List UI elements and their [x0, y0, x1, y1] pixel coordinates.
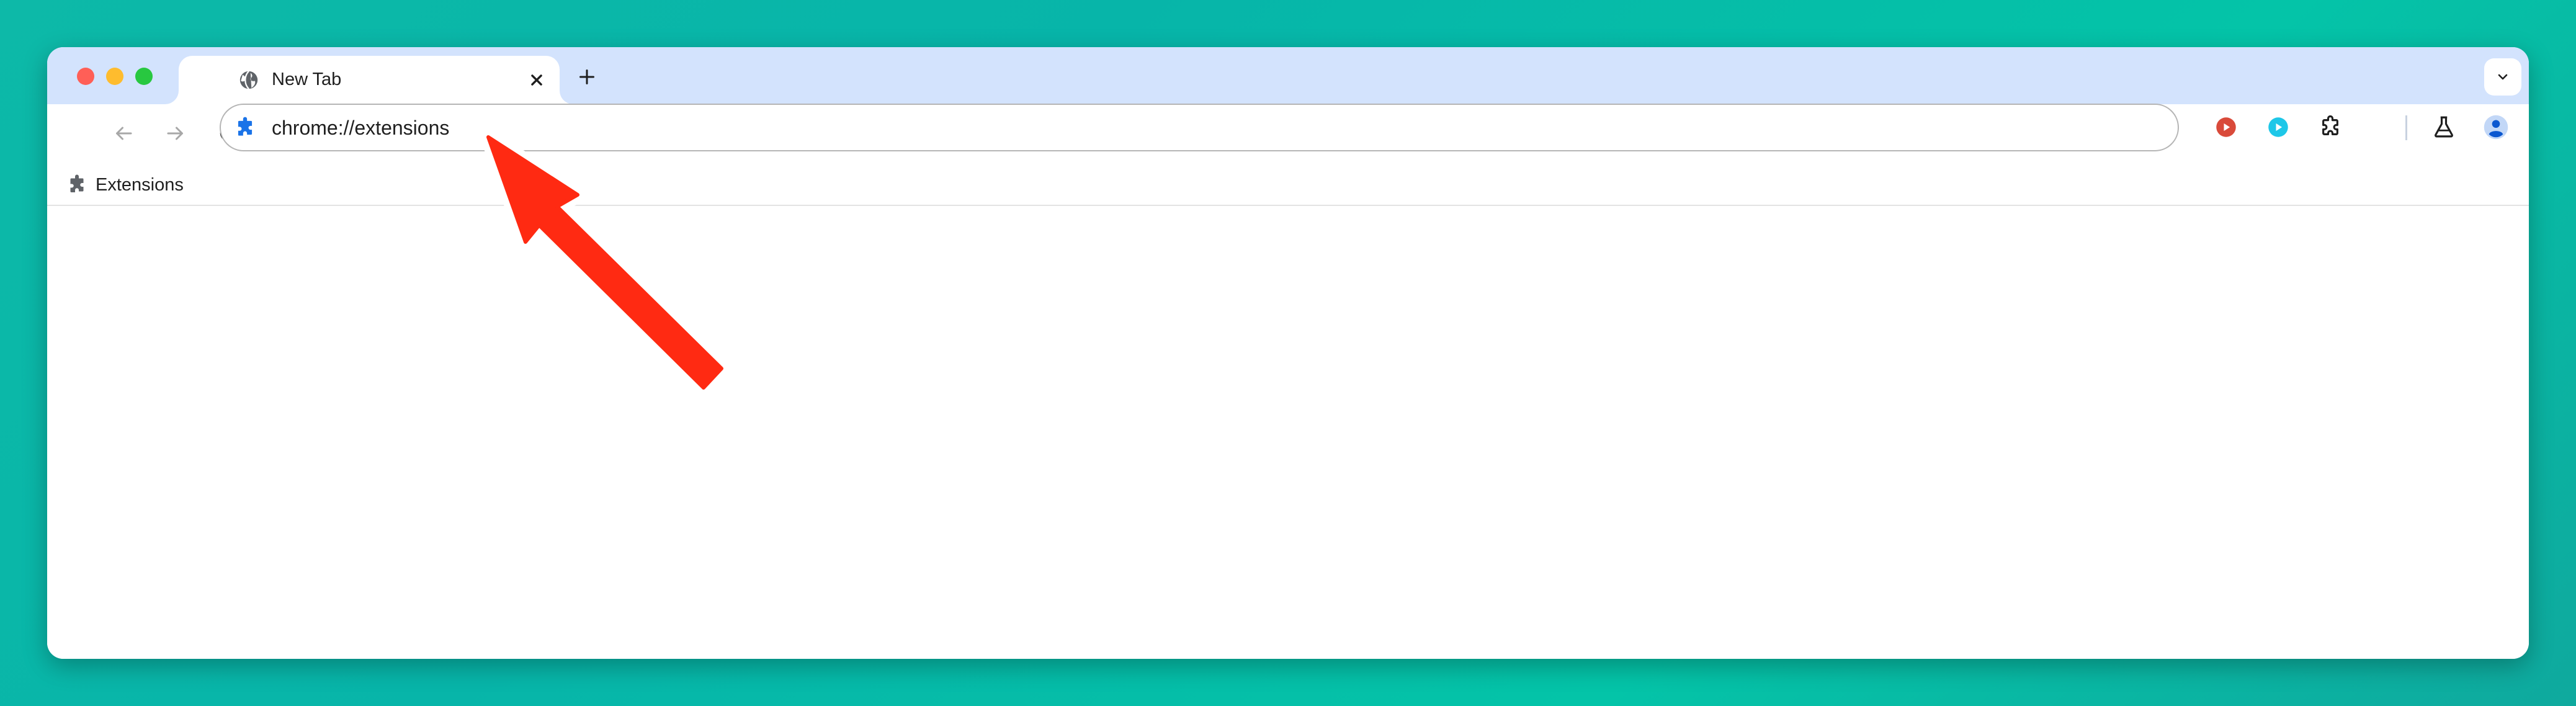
window-zoom-button[interactable] [135, 68, 153, 85]
address-input[interactable] [272, 115, 2133, 140]
tab-search-button[interactable] [2484, 58, 2521, 96]
plus-icon[interactable] [576, 66, 598, 88]
back-button[interactable] [109, 119, 138, 148]
toolbar-divider [2405, 115, 2407, 140]
tab-strip: New Tab [47, 47, 2529, 104]
page-content [47, 206, 2529, 659]
bookmarks-bar: Extensions [47, 163, 2529, 206]
close-icon[interactable] [526, 69, 547, 91]
address-bar[interactable] [220, 104, 2179, 151]
forward-arrow-icon [167, 127, 183, 140]
tab-title: New Tab [272, 69, 342, 89]
play-extension-icon[interactable] [2265, 114, 2291, 140]
record-extension-icon[interactable] [2213, 114, 2239, 140]
puzzle-icon [66, 174, 88, 196]
puzzle-icon [233, 116, 257, 140]
tab-new-tab[interactable]: New Tab [179, 56, 560, 104]
extensions-puzzle-icon[interactable] [2317, 114, 2343, 140]
globe-icon [238, 69, 259, 91]
bookmark-label: Extensions [96, 175, 184, 195]
back-arrow-icon [116, 127, 132, 140]
window-close-button[interactable] [77, 68, 94, 85]
window-minimize-button[interactable] [106, 68, 123, 85]
profile-avatar-icon[interactable] [2483, 114, 2509, 140]
labs-flask-icon[interactable] [2431, 114, 2457, 140]
browser-window: New Tab chrome://extensions Extensions [47, 47, 2529, 659]
chevron-down-icon [2498, 74, 2508, 80]
forward-button[interactable] [161, 119, 190, 148]
